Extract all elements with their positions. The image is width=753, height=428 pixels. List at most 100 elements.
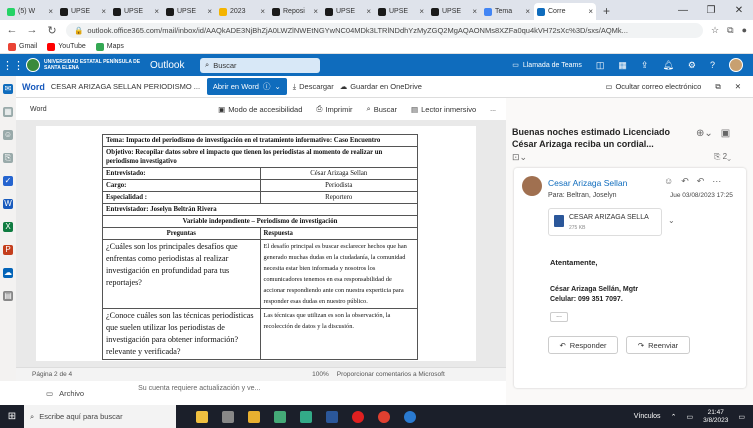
browser-tab[interactable]: 2023 ×: [216, 3, 268, 20]
save-onedrive-button[interactable]: ☁ Guardar en OneDrive: [340, 82, 422, 91]
extensions-icon[interactable]: ⧉: [727, 25, 733, 36]
powerpoint-icon[interactable]: P: [3, 245, 13, 255]
reload-icon[interactable]: ↻: [46, 24, 58, 37]
edge-icon[interactable]: [404, 410, 416, 423]
emoji-icon[interactable]: ☺: [664, 176, 673, 187]
maximize-button[interactable]: ❐: [697, 5, 725, 16]
opera-icon[interactable]: [352, 410, 364, 423]
close-icon[interactable]: ✕: [735, 82, 741, 91]
attach-icon[interactable]: ⎘: [3, 153, 13, 163]
open-in-word-button[interactable]: Abrir en Word ⓘ ⌄: [206, 78, 287, 95]
close-tab-icon[interactable]: ×: [260, 7, 265, 16]
close-tab-icon[interactable]: ×: [101, 7, 106, 16]
university-logo[interactable]: UNIVERSIDAD ESTATAL PENÍNSULA DE SANTA E…: [26, 58, 146, 72]
browser-tab[interactable]: UPSE ×: [428, 3, 480, 20]
more-icon[interactable]: ⋯: [712, 176, 721, 187]
attachment-card[interactable]: CESAR ARIZAGA SELLAN PER... 275 KB: [548, 208, 662, 236]
browser-tab[interactable]: Corre ×: [534, 3, 596, 20]
profile-icon[interactable]: ●: [742, 25, 747, 35]
browser-tab[interactable]: Tema ×: [481, 3, 533, 20]
teams-call-button[interactable]: ▭ Llamada de Teams: [512, 61, 582, 70]
minimize-button[interactable]: —: [669, 5, 697, 16]
chevron-up-icon[interactable]: ⌃: [671, 413, 677, 421]
mail-icon[interactable]: ✉: [3, 84, 13, 94]
more-options-button[interactable]: ...: [490, 106, 496, 113]
close-tab-icon[interactable]: ×: [419, 7, 424, 16]
share-icon[interactable]: ⇪: [641, 60, 649, 71]
task-view-icon[interactable]: [222, 410, 234, 423]
url-field[interactable]: 🔒 outlook.office365.com/mail/inbox/id/AA…: [66, 22, 704, 38]
close-tab-icon[interactable]: ×: [154, 7, 159, 16]
accessibility-button[interactable]: ▣ Modo de accesibilidad: [218, 105, 302, 114]
browser-tab[interactable]: UPSE ×: [163, 3, 215, 20]
taskbar-search[interactable]: ⌕ Escribe aquí para buscar: [24, 405, 176, 428]
close-tab-icon[interactable]: ×: [48, 7, 53, 16]
forward-icon[interactable]: →: [26, 24, 38, 36]
browser-tab[interactable]: UPSE ×: [322, 3, 374, 20]
app-icon[interactable]: [300, 410, 312, 423]
browser-tab[interactable]: UPSE ×: [110, 3, 162, 20]
widgets-icon[interactable]: [196, 410, 208, 423]
attachment-footer-label[interactable]: Archivo: [59, 389, 84, 398]
bookmark-gmail[interactable]: Gmail: [8, 42, 37, 51]
reply-icon[interactable]: ↶: [681, 176, 689, 187]
attachment-count[interactable]: ⎘ 2⌄: [714, 152, 731, 162]
close-tab-icon[interactable]: ×: [313, 7, 318, 16]
meet-now-icon[interactable]: ◫: [596, 60, 605, 71]
network-icon[interactable]: ▭: [686, 413, 693, 421]
reply-all-icon[interactable]: ↶: [697, 176, 705, 187]
immersive-reader-button[interactable]: ▤ Lector inmersivo: [411, 105, 476, 114]
popout-icon[interactable]: ⧉: [715, 82, 720, 92]
tag-icon[interactable]: ⊡⌄: [512, 152, 527, 162]
bookmark-maps[interactable]: Maps: [95, 42, 124, 51]
word-taskbar-icon[interactable]: [326, 410, 338, 423]
word-app-icon[interactable]: ▦: [618, 60, 627, 71]
close-tab-icon[interactable]: ×: [207, 7, 212, 16]
avatar[interactable]: [729, 58, 743, 72]
links-label[interactable]: Vínculos: [634, 413, 661, 420]
search-box[interactable]: ⌕ Buscar: [200, 57, 320, 73]
calendar-icon[interactable]: ▦: [3, 107, 13, 117]
bookmark-youtube[interactable]: YouTube: [47, 42, 86, 51]
word-icon[interactable]: W: [3, 199, 13, 209]
apps-icon[interactable]: ▤: [3, 291, 13, 301]
browser-tab[interactable]: Reposi ×: [269, 3, 321, 20]
browser-tab[interactable]: (5) W ×: [4, 3, 56, 20]
browser-tab[interactable]: UPSE ×: [375, 3, 427, 20]
app-launcher-icon[interactable]: ⋮⋮: [0, 59, 26, 72]
chevron-down-icon[interactable]: ⌄: [668, 216, 675, 225]
browser-tab[interactable]: UPSE ×: [57, 3, 109, 20]
zoom-level[interactable]: 100%: [312, 371, 329, 378]
immersive-icon[interactable]: ▣: [721, 128, 730, 139]
close-tab-icon[interactable]: ×: [588, 7, 593, 16]
onedrive-icon[interactable]: ☁: [3, 268, 13, 278]
close-tab-icon[interactable]: ×: [525, 7, 530, 16]
people-icon[interactable]: ☺: [3, 130, 13, 140]
reply-button[interactable]: ↶ Responder: [548, 336, 618, 354]
feedback-link[interactable]: Proporcionar comentarios a Microsoft: [337, 371, 445, 378]
excel-icon[interactable]: X: [3, 222, 13, 232]
star-icon[interactable]: ☆: [711, 25, 719, 36]
todo-icon[interactable]: ✓: [3, 176, 13, 186]
close-tab-icon[interactable]: ×: [472, 7, 477, 16]
notification-center-icon[interactable]: ▭: [738, 413, 745, 421]
download-button[interactable]: ⤓ Descargar: [293, 82, 334, 92]
sender-name[interactable]: Cesar Arizaga Sellan: [548, 178, 627, 188]
help-icon[interactable]: ?: [710, 60, 715, 70]
forward-button[interactable]: ↷ Reenviar: [626, 336, 690, 354]
settings-icon[interactable]: ⚙: [688, 60, 696, 71]
store-icon[interactable]: [274, 410, 286, 423]
notifications-icon[interactable]: 🔔︎: [662, 60, 673, 71]
find-button[interactable]: ⌕ Buscar: [366, 104, 397, 114]
file-explorer-icon[interactable]: [248, 410, 260, 423]
new-tab-button[interactable]: +: [597, 3, 616, 20]
show-more-button[interactable]: ...: [550, 312, 568, 322]
back-icon[interactable]: ←: [6, 24, 18, 36]
close-tab-icon[interactable]: ×: [366, 7, 371, 16]
print-button[interactable]: ⎙ Imprimir: [316, 104, 352, 114]
close-window-button[interactable]: ✕: [725, 5, 753, 16]
hide-email-button[interactable]: ▭ Ocultar correo electrónico: [605, 82, 701, 91]
clock[interactable]: 21:47 3/8/2023: [703, 409, 728, 425]
zoom-icon[interactable]: ⊕⌄: [696, 128, 713, 139]
chrome-icon[interactable]: [378, 410, 390, 423]
